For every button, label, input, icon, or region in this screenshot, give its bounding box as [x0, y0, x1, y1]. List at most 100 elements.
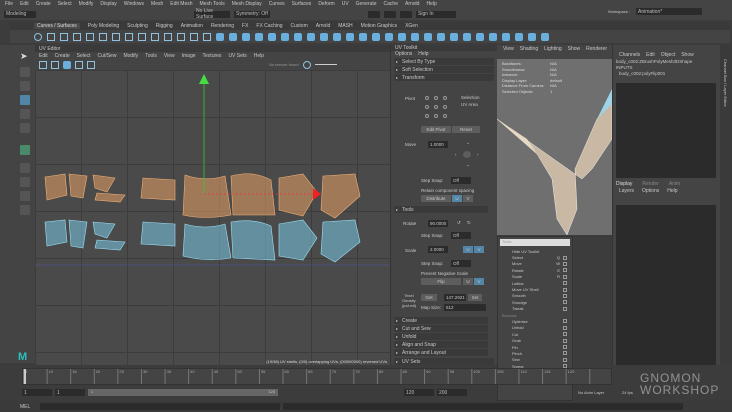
texel-density-input[interactable]: 147.2921 — [444, 294, 466, 301]
flip-u-button[interactable]: U — [463, 278, 473, 285]
viewport-menu-item[interactable]: Renderer — [586, 46, 607, 52]
menu-mesh-tools[interactable]: Mesh Tools — [200, 1, 225, 7]
workspace-dropdown[interactable]: Animation* — [636, 8, 702, 15]
texel-get-button[interactable]: Get — [421, 294, 437, 301]
pin-checkbox[interactable] — [563, 281, 567, 286]
pivot-radio[interactable] — [434, 96, 438, 100]
shelf-tool-icon[interactable] — [515, 32, 523, 41]
paint-tool-icon[interactable] — [20, 81, 30, 91]
menu-uv[interactable]: UV — [342, 1, 349, 7]
layer-tab[interactable]: Render — [642, 181, 658, 187]
pin-checkbox[interactable] — [563, 261, 567, 266]
reset-button[interactable]: Reset — [452, 126, 480, 133]
pivot-radio[interactable] — [425, 96, 429, 100]
viewport-menu-item[interactable]: Lighting — [544, 46, 562, 52]
layer-menu-item[interactable]: Help — [667, 188, 677, 194]
rotate-tool-icon[interactable] — [20, 109, 30, 119]
flip-button[interactable]: Flip — [421, 278, 461, 285]
shelf-tool-icon[interactable] — [450, 32, 458, 41]
rotate-ccw-icon[interactable]: ↺ — [457, 220, 461, 226]
menu-mesh[interactable]: Mesh — [151, 1, 163, 7]
channel-menu-item[interactable]: Edit — [646, 52, 655, 58]
layer-tab[interactable]: Anim — [669, 181, 680, 187]
prevent-negative-scale-checkbox[interactable]: Prevent Negative Scale — [421, 271, 468, 276]
command-input[interactable] — [40, 403, 280, 410]
shelf-tool-icon[interactable] — [359, 32, 367, 41]
pin-checkbox[interactable] — [563, 300, 567, 305]
start-time-field[interactable]: 1 — [22, 389, 52, 396]
distribute-u-button[interactable]: U — [452, 195, 462, 202]
pivot-radio[interactable] — [434, 105, 438, 109]
shelf-tab[interactable]: XGen — [405, 23, 418, 29]
move-amount-input[interactable]: 1.0000 — [428, 141, 448, 148]
input-node[interactable]: body_c002:polyFlip001 — [616, 71, 720, 77]
lasso-tool-icon[interactable] — [20, 67, 30, 77]
shelf-tool-icon[interactable] — [424, 32, 432, 41]
pivot-radio[interactable] — [425, 114, 429, 118]
layout-icon[interactable] — [20, 145, 30, 155]
menu-cache[interactable]: Cache — [384, 1, 398, 7]
uv-tool-icon[interactable] — [87, 60, 95, 69]
shelf-tool-icon[interactable] — [86, 32, 94, 41]
pivot-radio[interactable] — [443, 105, 447, 109]
shelf-tool-icon[interactable] — [268, 32, 276, 41]
shelf-tool-icon[interactable] — [60, 32, 68, 41]
pin-checkbox[interactable] — [563, 332, 567, 337]
menu-edit[interactable]: Edit — [20, 1, 29, 7]
menu-edit-mesh[interactable]: Edit Mesh — [170, 1, 192, 7]
step-snap-dropdown[interactable]: Off — [451, 177, 471, 184]
uv-menu-item[interactable]: Create — [55, 53, 70, 59]
menu-modify[interactable]: Modify — [79, 1, 94, 7]
shelf-tool-icon[interactable] — [372, 32, 380, 41]
layer-menu-item[interactable]: Layers — [619, 188, 634, 194]
pivot-radio[interactable] — [434, 114, 438, 118]
channel-menu-item[interactable]: Show — [681, 52, 694, 58]
layer-menu-item[interactable]: Options — [642, 188, 659, 194]
shelf-tab[interactable]: Rendering — [211, 23, 234, 29]
playback-end-field[interactable]: 120 — [404, 389, 434, 396]
toolkit-menu-help[interactable]: Help — [418, 51, 428, 57]
pin-checkbox[interactable] — [563, 357, 567, 362]
pin-checkbox[interactable] — [563, 255, 567, 260]
section-transform[interactable]: Transform — [394, 74, 494, 81]
move-up-icon[interactable]: ⌃ — [466, 142, 470, 148]
pivot-radio[interactable] — [443, 96, 447, 100]
toolkit-section[interactable]: Unfold — [394, 333, 488, 340]
channel-menu-item[interactable]: Object — [661, 52, 675, 58]
shelf-tool-icon[interactable] — [177, 32, 185, 41]
uv-menu-item[interactable]: Tools — [145, 53, 157, 59]
shelf-tool-icon[interactable] — [164, 32, 172, 41]
shelf-tool-icon[interactable] — [463, 32, 471, 41]
rotate-amount-input[interactable]: 90.0000 — [428, 220, 448, 227]
texel-set-button[interactable]: Set — [468, 294, 482, 301]
uv-tool-icon[interactable] — [63, 60, 71, 69]
section-uv-sets[interactable]: UV Sets — [394, 358, 494, 365]
shelf-tab[interactable]: Curves / Surfaces — [34, 23, 80, 29]
time-slider[interactable]: 5 10 15 20 25 30 35 40 45 50 55 60 65 70 75 80 85 90 95 100… — [22, 368, 612, 385]
menu-curves[interactable]: Curves — [269, 1, 285, 7]
shelf-tool-icon[interactable] — [294, 32, 302, 41]
mode-dropdown[interactable]: Modeling — [4, 10, 36, 18]
select-tool-icon[interactable]: ➤ — [20, 51, 30, 61]
end-time-field[interactable]: 200 — [437, 389, 467, 396]
shelf-tool-icon[interactable] — [411, 32, 419, 41]
uv-menu-item[interactable]: Select — [77, 53, 91, 59]
menu-windows[interactable]: Windows — [124, 1, 144, 7]
menu-arnold[interactable]: Arnold — [405, 1, 419, 7]
shelf-tool-icon[interactable] — [255, 32, 263, 41]
x-field[interactable] — [368, 10, 380, 18]
pivot-radio[interactable] — [443, 114, 447, 118]
y-field[interactable] — [384, 10, 396, 18]
shelf-tool-icon[interactable] — [242, 32, 250, 41]
shelf-tab[interactable]: Custom — [291, 23, 308, 29]
layout-2-icon[interactable] — [20, 163, 30, 173]
range-slider[interactable]: 1 120 — [88, 389, 278, 396]
pivot-radio[interactable] — [425, 105, 429, 109]
image-slider[interactable] — [314, 64, 337, 65]
pin-checkbox[interactable] — [563, 351, 567, 356]
pin-checkbox[interactable] — [563, 293, 567, 298]
shelf-tool-icon[interactable] — [125, 32, 133, 41]
tools-search-input[interactable]: Tools — [500, 239, 570, 246]
move-right-icon[interactable]: › — [477, 152, 479, 157]
uv-grid[interactable]: (19/38) UV shells, (0/0) overlapping UVs… — [35, 70, 390, 365]
